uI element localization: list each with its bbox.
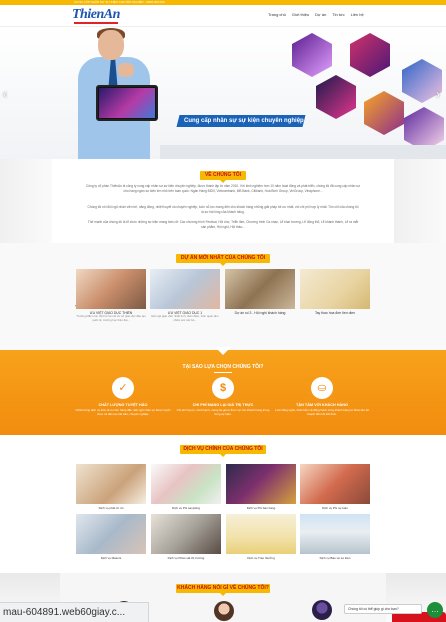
hero-tablet: [96, 85, 158, 121]
project-caption[interactable]: Dự án số 3 - Hội nghị khách hàng: [225, 311, 295, 315]
project-card[interactable]: Dự án số 3 - Hội nghị khách hàng: [225, 269, 295, 315]
service-caption[interactable]: Dịch vụ PG bán hàng: [226, 506, 296, 510]
project-card[interactable]: Tay thao hoa đơn tien dien: [300, 269, 370, 315]
project-caption[interactable]: Tay thao hoa đơn tien dien: [300, 311, 370, 315]
hero-hand: [118, 63, 134, 77]
about-section: VỀ CHÚNG TÔI Công ty cổ phần ThiênAn là …: [0, 159, 446, 243]
why-feature-desc: Chất lượng dịch vụ luôn là ưu tiên hàng …: [75, 408, 171, 416]
logo-text: ThienAn: [72, 7, 120, 22]
hero-slider: Cung cấp nhân sự sự kiện chuyên nghiệp ‹…: [0, 27, 446, 159]
hero-slogan-text: Cung cấp nhân sự sự kiện chuyên nghiệp: [184, 118, 304, 124]
service-image[interactable]: [300, 514, 370, 554]
service-caption[interactable]: Dịch vụ Bảo vệ sự kiện: [300, 556, 370, 560]
logo-underline: [74, 22, 118, 24]
service-card[interactable]: Dịch vụ Khảo sát thị trường: [151, 514, 221, 560]
service-image[interactable]: [226, 464, 296, 504]
service-caption[interactable]: Dịch vụ PG sampling: [151, 506, 221, 510]
project-desc: Trường Mầm non Việt Úc là một cơ sở giáo…: [76, 314, 146, 322]
services-title: DỊCH VỤ CHÍNH CỦA CHÚNG TÔI: [180, 445, 266, 457]
service-image[interactable]: [76, 514, 146, 554]
tag-icon: $: [212, 377, 234, 399]
why-section: TẠI SAO LỰA CHỌN CHÚNG TÔI? ✓ CHẤT LƯỢNG…: [0, 347, 446, 435]
projects-section: DỰ ÁN MỚI NHẤT CỦA CHÚNG TÔI ‹ › ƯU VIỆT…: [0, 243, 446, 350]
service-caption[interactable]: Dịch vụ Trao thưởng: [226, 556, 296, 560]
why-feature-title: TẬN TÂM VỚI KHÁCH HÀNG: [296, 403, 348, 407]
services-section: DỊCH VỤ CHÍNH CỦA CHÚNG TÔI Dịch vụ phát…: [0, 435, 446, 573]
service-caption[interactable]: Dịch vụ Mascot: [76, 556, 146, 560]
service-caption[interactable]: Dịch vụ PG sự kiện: [300, 506, 370, 510]
about-decor-left: [0, 159, 52, 243]
project-image[interactable]: [150, 269, 220, 309]
why-feature-title: CHI PHÍ MANG LẠI GIÁ TRỊ THỰC: [192, 403, 254, 407]
hero-hex-image: [316, 75, 356, 119]
service-image[interactable]: [151, 514, 221, 554]
about-paragraph-1: Công ty cổ phần ThiênAn là công ty cung …: [86, 184, 361, 193]
hero-hex-image: [292, 33, 332, 77]
nav-news[interactable]: Tin tức: [332, 12, 344, 17]
hero-floor: [160, 145, 446, 159]
project-card[interactable]: ƯU VIỆT GIÁO DỤC 1 Đội ngũ giáo viên nhi…: [150, 269, 220, 322]
chat-icon[interactable]: …: [427, 602, 443, 618]
site-logo[interactable]: ThienAn: [72, 7, 124, 25]
main-nav: Trang chủ Giới thiệu Dự án Tin tức Liên …: [268, 12, 364, 17]
why-feature: ⛀ TẬN TÂM VỚI KHÁCH HÀNG Luôn lắng nghe,…: [274, 377, 370, 416]
why-feature-desc: Luôn lắng nghe, thấu hiểu và đồng hành c…: [275, 408, 369, 416]
projects-title: DỰ ÁN MỚI NHẤT CỦA CHÚNG TÔI: [176, 254, 270, 266]
service-card[interactable]: Dịch vụ PG sự kiện: [300, 464, 370, 510]
service-card[interactable]: Dịch vụ phát tờ rơi: [76, 464, 146, 510]
about-paragraph-2: Chúng tôi với đội ngũ nhân viên trẻ, năn…: [87, 205, 359, 214]
check-icon: ✓: [112, 377, 134, 399]
hero-face: [98, 30, 124, 60]
project-image[interactable]: [225, 269, 295, 309]
service-card[interactable]: Dịch vụ PG sampling: [151, 464, 221, 510]
project-desc: Đội ngũ giáo viên nhiệt tình, thân thiện…: [151, 314, 219, 322]
why-divider-chevron: [215, 347, 231, 355]
why-feature-title: CHẤT LƯỢNG TUYỆT HẢO: [98, 403, 148, 407]
service-image[interactable]: [76, 464, 146, 504]
customers-title: KHÁCH HÀNG NÓI GÌ VỀ CHÚNG TÔI?: [176, 584, 270, 596]
nav-about[interactable]: Giới thiệu: [292, 12, 309, 17]
service-card[interactable]: Dịch vụ PG bán hàng: [226, 464, 296, 510]
about-title: VỀ CHÚNG TÔI: [200, 171, 246, 183]
site-header: ThienAn Trang chủ Giới thiệu Dự án Tin t…: [0, 5, 446, 27]
slider-next-icon[interactable]: ›: [436, 87, 440, 101]
hero-slogan-banner: Cung cấp nhân sự sự kiện chuyên nghiệp: [176, 115, 306, 127]
service-card[interactable]: Dịch vụ Trao thưởng: [226, 514, 296, 560]
service-card[interactable]: Dịch vụ Mascot: [76, 514, 146, 560]
chat-prompt[interactable]: Chúng tôi có thể giúp gì cho bạn?: [344, 604, 422, 614]
service-image[interactable]: [151, 464, 221, 504]
handshake-icon: ⛀: [311, 377, 333, 399]
why-feature: ✓ CHẤT LƯỢNG TUYỆT HẢO Chất lượng dịch v…: [75, 377, 171, 416]
nav-projects[interactable]: Dự án: [315, 12, 326, 17]
why-feature: $ CHI PHÍ MANG LẠI GIÁ TRỊ THỰC Chi phí …: [175, 377, 271, 416]
why-feature-desc: Chi phí hợp lý, minh bạch, mang lại giá …: [176, 408, 270, 416]
nav-contact[interactable]: Liên hệ: [351, 12, 364, 17]
service-image[interactable]: [226, 514, 296, 554]
project-image[interactable]: [300, 269, 370, 309]
service-image[interactable]: [300, 464, 370, 504]
about-decor-right: [394, 159, 446, 243]
customer-avatar: [214, 601, 234, 621]
why-title: TẠI SAO LỰA CHỌN CHÚNG TÔI?: [0, 364, 446, 373]
project-image[interactable]: [76, 269, 146, 309]
nav-home[interactable]: Trang chủ: [268, 12, 286, 17]
hero-hex-image: [364, 91, 404, 135]
language-flags[interactable]: [350, 1, 362, 14]
project-card[interactable]: ƯU VIỆT GIÁO DỤC THIÊN Trường Mầm non Vi…: [76, 269, 146, 322]
slider-prev-icon[interactable]: ‹: [3, 87, 7, 101]
customer-avatar: [312, 600, 332, 620]
about-paragraph-3: Thế mạnh của chúng tôi là tổ chức những …: [87, 220, 359, 229]
service-caption[interactable]: Dịch vụ Khảo sát thị trường: [151, 556, 221, 560]
status-url: mau-604891.web60giay.c...: [0, 602, 149, 622]
service-caption[interactable]: Dịch vụ phát tờ rơi: [76, 506, 146, 510]
service-card[interactable]: Dịch vụ Bảo vệ sự kiện: [300, 514, 370, 560]
hero-hex-image: [350, 33, 390, 77]
